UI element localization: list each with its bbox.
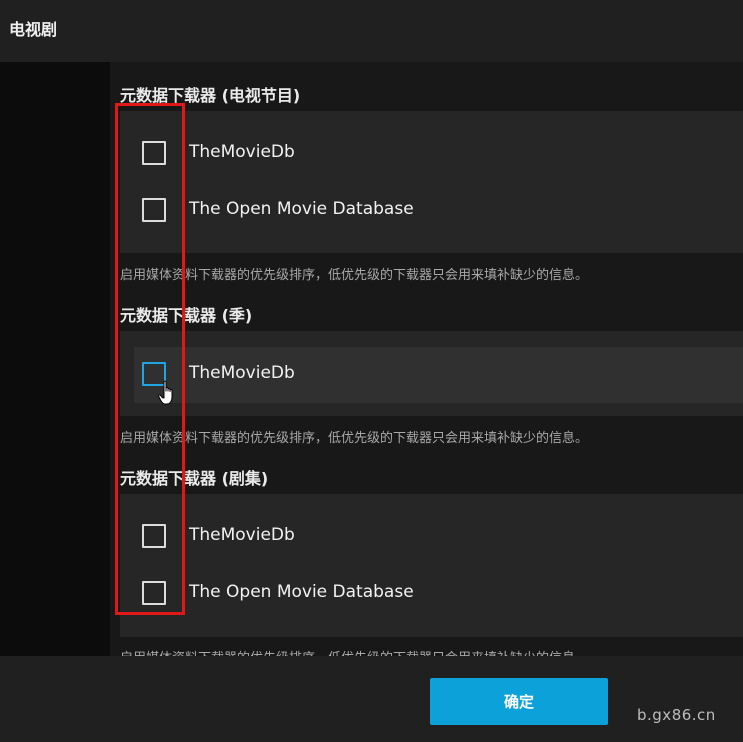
fetcher-row-themoviedb[interactable]: TheMovieDb [120,509,743,565]
dialog-header: 电视剧 [0,0,743,62]
fetcher-row-themoviedb[interactable]: TheMovieDb [120,126,743,182]
section-hint: 启用媒体资料下载器的优先级排序，低优先级的下载器只会用来填补缺少的信息。 [120,268,589,283]
episode-fetchers-panel: TheMovieDb The Open Movie Database [120,494,743,637]
fetcher-row-omdb[interactable]: The Open Movie Database [120,183,743,239]
fetcher-label: TheMovieDb [189,363,295,383]
section-hint: 启用媒体资料下载器的优先级排序，低优先级的下载器只会用来填补缺少的信息。 [120,647,588,656]
fetcher-label: TheMovieDb [189,142,295,162]
season-fetchers-panel: TheMovieDb [120,331,743,416]
dialog-title: 电视剧 [9,20,58,39]
section-hint: 启用媒体资料下载器的优先级排序，低优先级的下载器只会用来填补缺少的信息。 [120,431,589,446]
left-sidebar-strip [0,62,110,656]
fetcher-label: The Open Movie Database [189,199,414,219]
series-fetchers-panel: TheMovieDb The Open Movie Database [120,111,743,253]
dialog-footer: 确定 b.gx86.cn [0,656,743,742]
fetcher-label: The Open Movie Database [189,582,414,602]
annotation-highlight-box [115,103,185,615]
watermark: b.gx86.cn [637,706,716,724]
hand-cursor-icon [158,380,173,405]
fetcher-label: TheMovieDb [189,525,295,545]
fetcher-row-omdb[interactable]: The Open Movie Database [120,566,743,622]
confirm-button[interactable]: 确定 [430,678,608,725]
fetcher-row-themoviedb[interactable]: TheMovieDb [134,347,743,403]
dialog-content[interactable]: 元数据下载器 (电视节目) TheMovieDb The Open Movie … [0,62,743,656]
